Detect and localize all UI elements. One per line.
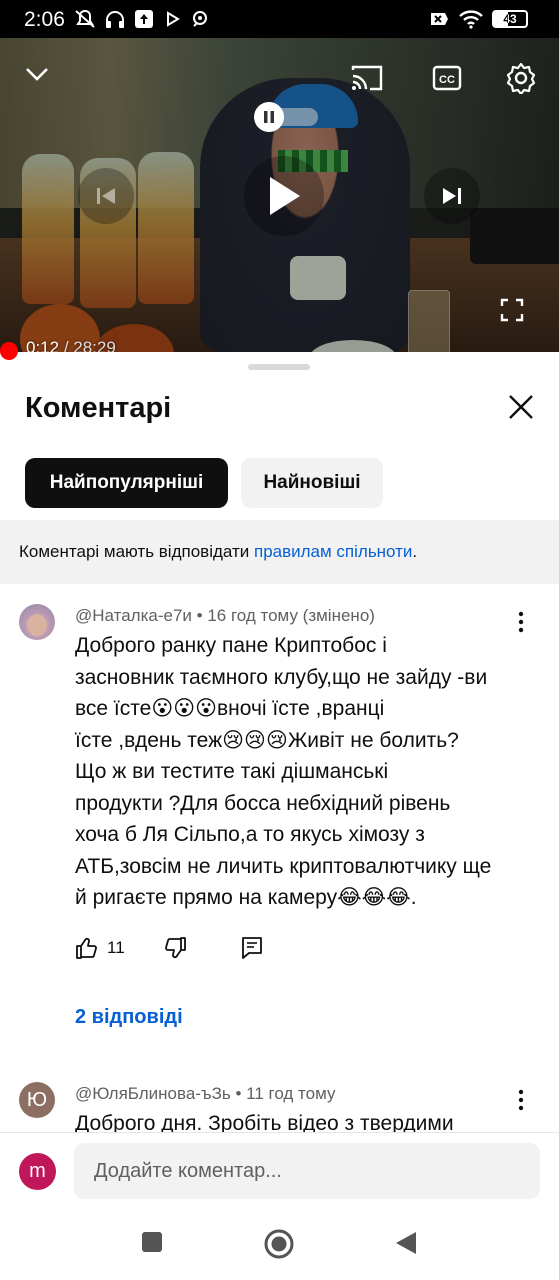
like-button[interactable]: 11 — [75, 936, 125, 960]
drag-handle[interactable] — [248, 364, 310, 370]
avatar-face — [27, 614, 47, 636]
settings-icon[interactable] — [505, 62, 537, 94]
comment-composer: m Додайте коментар... — [0, 1132, 559, 1208]
thumbs-up-icon — [76, 937, 97, 959]
recents-icon[interactable] — [140, 1230, 164, 1254]
comment-line: їсте ,вдень теж😢😢😢Живіт не болить? — [75, 728, 459, 752]
like-count: 11 — [107, 938, 125, 957]
time-separator: / — [59, 338, 74, 352]
comment-author[interactable]: @ЮляБлинова-ъЗь — [75, 1084, 231, 1103]
autoplay-knob — [254, 102, 284, 132]
previous-icon — [97, 188, 115, 204]
rules-end: . — [412, 542, 418, 561]
comment-line: й ригаєте прямо на камеру😂😂😂. — [75, 886, 417, 909]
next-icon — [443, 188, 461, 204]
reply-button[interactable] — [241, 936, 263, 960]
close-icon[interactable] — [506, 392, 536, 422]
comment-actions: 11 — [75, 936, 525, 966]
community-rules-notice: Коментарі мають відповідати правилам спі… — [0, 520, 559, 584]
back-icon[interactable] — [394, 1230, 418, 1256]
battery-icon: 43 — [492, 10, 528, 28]
home-icon[interactable] — [263, 1228, 295, 1260]
comment-meta: @ЮляБлинова-ъЗь • 11 год тому — [75, 1084, 336, 1103]
rules-text: Коментарі мають відповідати — [19, 542, 254, 561]
play-button[interactable] — [244, 156, 324, 236]
view-replies-button[interactable]: 2 відповіді — [75, 1006, 183, 1029]
comment-line: АТБ,зовсім не личить криптовалютчику ще — [75, 854, 492, 878]
assistant-icon — [193, 11, 207, 27]
wifi-icon — [459, 10, 483, 29]
tab-top-comments[interactable]: Найпопулярніші — [25, 458, 228, 508]
play-store-icon — [167, 11, 180, 27]
tab-newest-comments[interactable]: Найновіші — [241, 458, 383, 508]
comment-text: Доброго ранку пане Криптобос і засновник… — [75, 630, 525, 914]
video-time: 0:12 / 28:29 — [26, 338, 116, 352]
notifications-muted-icon — [75, 9, 95, 28]
current-time: 0:12 — [26, 338, 60, 352]
next-button[interactable] — [424, 168, 480, 224]
system-navigation-bar — [0, 1208, 559, 1280]
captions-icon[interactable]: CC — [432, 64, 462, 92]
previous-button[interactable] — [78, 168, 134, 224]
pause-icon — [264, 111, 274, 123]
community-rules-link[interactable]: правилам спільноти — [254, 542, 412, 561]
comment-line: Що ж ви тестите такі дішманські — [75, 760, 389, 783]
comment-meta: @Наталка-е7и • 16 год тому (змінено) — [75, 606, 375, 625]
svg-text:CC: CC — [439, 74, 455, 86]
avatar-letter: Ю — [26, 1088, 48, 1111]
comment-time: 16 год тому (змінено) — [207, 606, 375, 625]
sheet-title: Коментарі — [25, 392, 172, 424]
duration: 28:29 — [73, 338, 116, 352]
user-avatar[interactable]: m — [19, 1153, 56, 1190]
avatar[interactable] — [19, 604, 55, 640]
no-sim-icon — [431, 13, 448, 25]
fullscreen-icon[interactable] — [500, 298, 524, 322]
add-comment-input[interactable]: Додайте коментар... — [74, 1143, 540, 1199]
reply-icon — [242, 937, 262, 959]
video-player[interactable]: CC 0:12 / 28:29 — [0, 38, 559, 352]
autoplay-toggle[interactable] — [254, 102, 322, 132]
upload-icon — [135, 10, 153, 28]
avatar[interactable]: Ю — [19, 1082, 55, 1118]
comment-line: засновник таємного клубу,що не зайду -ви — [75, 665, 488, 689]
comment-line: все їсте😮😮😮вночі їсте ,вранці — [75, 697, 385, 720]
comment-line: продукти ?Для босса небхідний рівень — [75, 791, 451, 815]
status-bar: 2:06 43 — [0, 0, 559, 38]
status-time: 2:06 — [24, 8, 65, 31]
comment-line: хоча б Ля Сільпо,а то якусь хімозу з — [75, 823, 425, 846]
comment-author[interactable]: @Наталка-е7и — [75, 606, 192, 625]
progress-scrubber[interactable] — [0, 342, 18, 360]
play-icon — [270, 177, 300, 215]
dislike-button[interactable] — [163, 936, 187, 960]
thumbs-down-icon — [165, 937, 186, 959]
cast-icon[interactable] — [350, 64, 384, 92]
battery-level: 43 — [503, 12, 517, 26]
chevron-down-icon[interactable] — [24, 64, 50, 84]
comment-line: Доброго ранку пане Криптобос і — [75, 634, 387, 657]
comment-time: 11 год тому — [246, 1084, 336, 1103]
headphones-icon — [106, 11, 124, 28]
comments-sheet: Коментарі Найпопулярніші Найновіші Комен… — [0, 352, 559, 1204]
